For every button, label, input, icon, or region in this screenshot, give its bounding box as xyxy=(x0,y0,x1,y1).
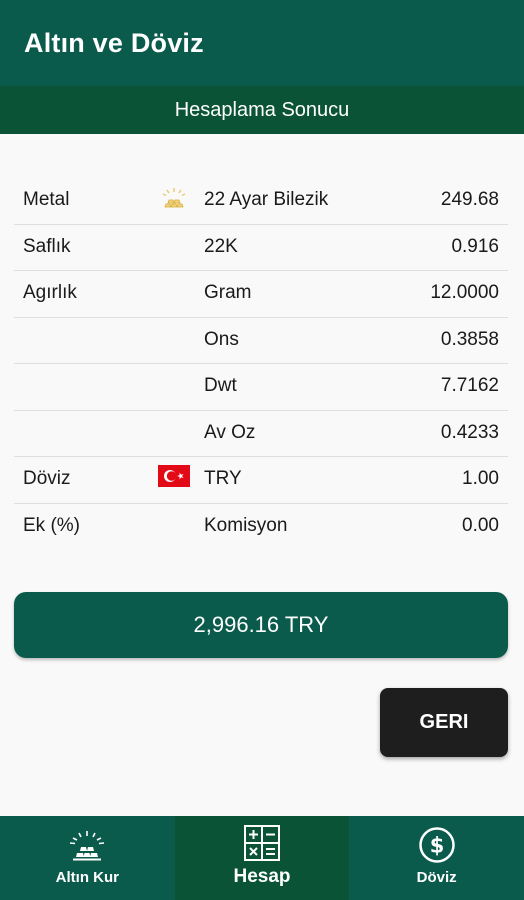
result-table: Metal 22 Ayar Bilezik 249.68 Saflık 22K … xyxy=(14,178,508,550)
row-value: 249.68 xyxy=(440,189,499,210)
row-value: 0.916 xyxy=(451,235,499,257)
row-label: Agırlık xyxy=(23,282,77,303)
nav-label: Hesap xyxy=(233,866,291,887)
app-title: Altın ve Döviz xyxy=(24,28,204,58)
row-value: 1.00 xyxy=(462,468,499,489)
nav-item-doviz[interactable]: $ Döviz xyxy=(349,816,524,900)
back-button[interactable]: GERI xyxy=(380,688,508,757)
row-value: 0.3858 xyxy=(440,328,499,350)
row-ons: Ons 0.3858 xyxy=(14,318,508,364)
nav-label: Altın Kur xyxy=(55,869,119,886)
row-ek: Ek (%) Komisyon 0.00 xyxy=(14,504,508,551)
app-bar: Altın ve Döviz xyxy=(0,0,524,86)
turkey-flag-icon xyxy=(158,465,190,489)
row-value: 12.0000 xyxy=(430,282,499,303)
section-title: Hesaplama Sonucu xyxy=(0,86,524,134)
gold-bars-icon xyxy=(68,830,106,867)
row-label: Döviz xyxy=(23,468,71,489)
row-unit: Ons xyxy=(204,328,239,350)
row-unit: Av Oz xyxy=(204,421,256,443)
row-unit: 22 Ayar Bilezik xyxy=(204,189,329,210)
bottom-nav: Altın Kur Hesap $ Döviz xyxy=(0,816,524,900)
row-unit: Komisyon xyxy=(204,514,288,536)
row-value: 0.4233 xyxy=(440,421,499,443)
gold-bars-icon xyxy=(158,186,190,210)
row-unit: TRY xyxy=(204,468,242,489)
row-avoz: Av Oz 0.4233 xyxy=(14,411,508,457)
row-unit: Gram xyxy=(204,282,252,303)
row-metal: Metal 22 Ayar Bilezik 249.68 xyxy=(14,178,508,225)
row-label: Metal xyxy=(23,189,70,210)
svg-text:$: $ xyxy=(429,834,444,858)
row-saflik: Saflık 22K 0.916 xyxy=(14,225,508,271)
row-label: Saflık xyxy=(23,235,71,257)
row-unit: Dwt xyxy=(204,375,237,396)
nav-item-altin-kur[interactable]: Altın Kur xyxy=(0,816,175,900)
row-dwt: Dwt 7.7162 xyxy=(14,364,508,411)
row-agirlik: Agırlık Gram 12.0000 xyxy=(14,271,508,318)
dollar-circle-icon: $ xyxy=(418,826,456,869)
calculator-icon xyxy=(243,824,281,867)
row-doviz: Döviz TRY 1.00 xyxy=(14,457,508,504)
row-label: Ek (%) xyxy=(23,514,80,536)
nav-item-hesap[interactable]: Hesap xyxy=(174,816,350,900)
nav-label: Döviz xyxy=(416,869,457,886)
row-value: 0.00 xyxy=(462,514,499,536)
row-value: 7.7162 xyxy=(440,375,499,396)
row-unit: 22K xyxy=(204,235,238,257)
total-button[interactable]: 2,996.16 TRY xyxy=(14,592,508,658)
